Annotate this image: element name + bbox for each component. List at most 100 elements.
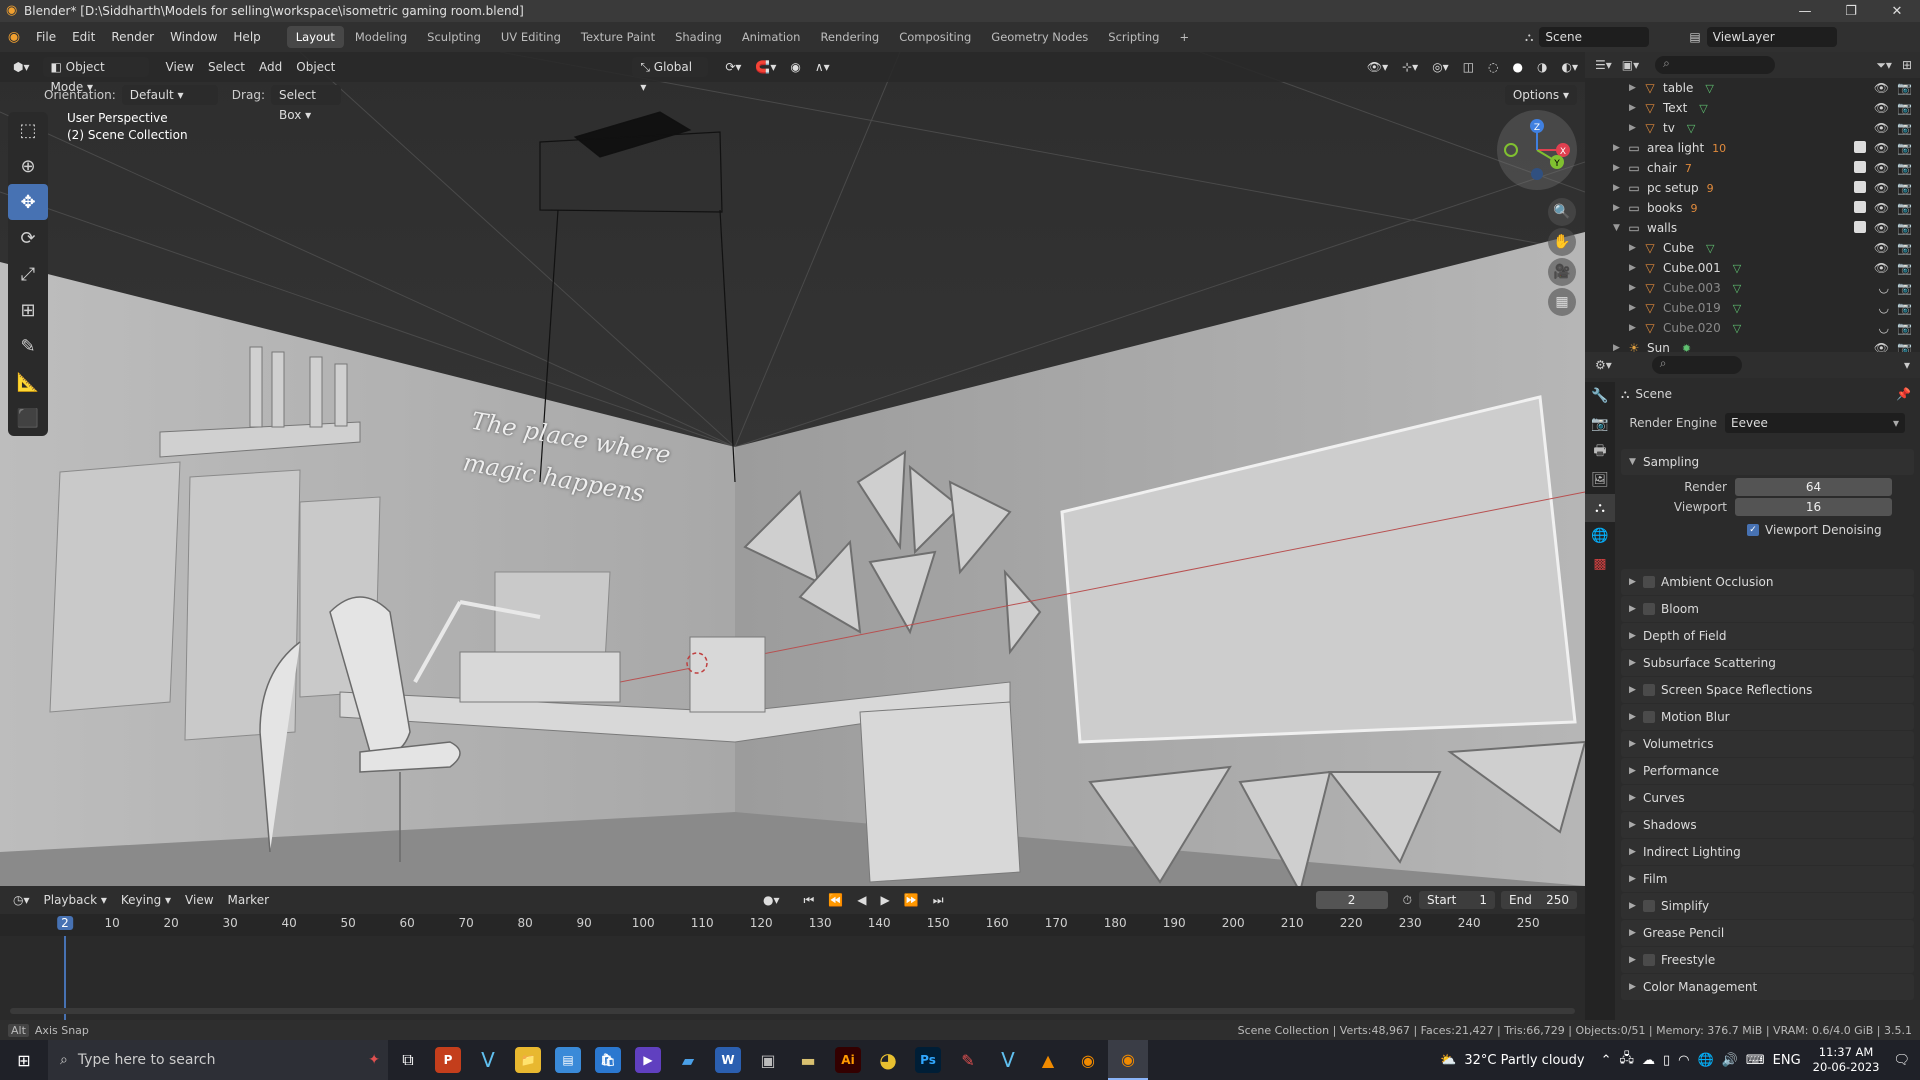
stopwatch-icon[interactable]: ⏱ bbox=[1396, 893, 1419, 908]
falloff-icon[interactable]: ∧▾ bbox=[808, 60, 837, 74]
render-samples-field[interactable]: 64 bbox=[1735, 478, 1892, 496]
properties-editor-icon[interactable]: ⚙▾ bbox=[1595, 358, 1612, 372]
store-icon[interactable]: 🛍 bbox=[588, 1040, 628, 1080]
folder-app-icon[interactable]: ▬ bbox=[788, 1040, 828, 1080]
expand-arrow-icon[interactable]: ▶ bbox=[1629, 103, 1641, 113]
keyboard-icon[interactable]: ⌨ bbox=[1746, 1053, 1765, 1068]
eye-icon[interactable]: 👁 bbox=[1874, 261, 1889, 275]
tab-geometry-nodes[interactable]: Geometry Nodes bbox=[982, 26, 1097, 48]
timeline-scrollbar[interactable] bbox=[10, 1008, 1575, 1014]
properties-options-icon[interactable]: ▾ bbox=[1904, 358, 1910, 372]
panel-enable-checkbox[interactable] bbox=[1643, 954, 1655, 966]
timeline-editor-icon[interactable]: ◷▾ bbox=[6, 893, 37, 907]
start-frame-field[interactable]: Start 1 bbox=[1419, 891, 1495, 909]
add-workspace-button[interactable]: + bbox=[1170, 26, 1198, 48]
eye-closed-icon[interactable]: ◡ bbox=[1879, 301, 1889, 315]
cursor-tool-icon[interactable]: ⊕ bbox=[8, 148, 48, 184]
xray-icon[interactable]: ◫ bbox=[1456, 60, 1481, 74]
eye-icon[interactable]: 👁 bbox=[1874, 141, 1889, 155]
menu-timeline-view[interactable]: View bbox=[178, 893, 220, 907]
panel-motion-blur[interactable]: ▶ Motion Blur bbox=[1621, 704, 1914, 730]
panel-film[interactable]: ▶ Film bbox=[1621, 866, 1914, 892]
transform-orientation-selector[interactable]: ⤡ Global ▾ bbox=[632, 57, 709, 94]
zoom-icon[interactable]: 🔍 bbox=[1548, 198, 1576, 226]
wifi-icon[interactable]: ◠ bbox=[1678, 1053, 1689, 1068]
minimize-button[interactable]: — bbox=[1782, 4, 1828, 19]
close-button[interactable]: ✕ bbox=[1874, 4, 1920, 19]
rendered-shading-icon[interactable]: ◐▾ bbox=[1555, 60, 1586, 74]
panel-freestyle[interactable]: ▶ Freestyle bbox=[1621, 947, 1914, 973]
current-frame-field[interactable]: 2 bbox=[1315, 891, 1388, 909]
render-visibility-icon[interactable]: 📷 bbox=[1897, 261, 1912, 275]
notification-icon[interactable]: 🗨 bbox=[1893, 1053, 1910, 1068]
word-icon[interactable]: W bbox=[708, 1040, 748, 1080]
panel-subsurface-scattering[interactable]: ▶ Subsurface Scattering bbox=[1621, 650, 1914, 676]
panel-enable-checkbox[interactable] bbox=[1643, 603, 1655, 615]
pin-icon[interactable]: 📌 bbox=[1896, 387, 1911, 401]
render-tab-icon[interactable]: 📷 bbox=[1585, 410, 1615, 438]
next-keyframe-icon[interactable]: ⏩ bbox=[897, 893, 926, 907]
render-visibility-icon[interactable]: 📷 bbox=[1897, 141, 1912, 155]
pan-hand-icon[interactable]: ✋ bbox=[1548, 228, 1576, 256]
display-mode-icon[interactable]: ▣▾ bbox=[1622, 58, 1639, 72]
object-mode-selector[interactable]: ◧ Object Mode ▾ bbox=[42, 57, 149, 94]
new-collection-icon[interactable]: ⊞ bbox=[1902, 58, 1912, 72]
menu-playback[interactable]: Playback ▾ bbox=[37, 893, 114, 907]
eye-icon[interactable]: 👁 bbox=[1874, 201, 1889, 215]
panel-simplify[interactable]: ▶ Simplify bbox=[1621, 893, 1914, 919]
navigation-gizmo[interactable]: X Y Z bbox=[1495, 108, 1579, 192]
media-app-icon[interactable]: ▶ bbox=[628, 1040, 668, 1080]
chrome-icon[interactable]: ◕ bbox=[868, 1040, 908, 1080]
render-visibility-icon[interactable]: 📷 bbox=[1897, 241, 1912, 255]
camera-view-icon[interactable]: 🎥 bbox=[1548, 258, 1576, 286]
material-shading-icon[interactable]: ◑ bbox=[1530, 60, 1554, 74]
eye-icon[interactable]: 👁 bbox=[1874, 121, 1889, 135]
file-explorer-icon[interactable]: 📁 bbox=[508, 1040, 548, 1080]
render-visibility-icon[interactable]: 📷 bbox=[1897, 301, 1912, 315]
panel-grease-pencil[interactable]: ▶ Grease Pencil bbox=[1621, 920, 1914, 946]
eye-icon[interactable]: 👁 bbox=[1874, 81, 1889, 95]
eye-icon[interactable]: 👁 bbox=[1874, 181, 1889, 195]
panel-enable-checkbox[interactable] bbox=[1643, 900, 1655, 912]
render-visibility-icon[interactable]: 📷 bbox=[1897, 201, 1912, 215]
move-tool-icon[interactable]: ✥ bbox=[8, 184, 48, 220]
panel-sampling[interactable]: ▼ Sampling bbox=[1621, 449, 1914, 475]
overlay-toggle-icon[interactable]: ◎▾ bbox=[1425, 60, 1456, 74]
panel-ambient-occlusion[interactable]: ▶ Ambient Occlusion bbox=[1621, 569, 1914, 595]
gizmo-toggle-icon[interactable]: ⊹▾ bbox=[1395, 60, 1425, 74]
tab-modeling[interactable]: Modeling bbox=[346, 26, 416, 48]
panel-curves[interactable]: ▶ Curves bbox=[1621, 785, 1914, 811]
outliner-row[interactable]: ▶ ▽ Cube.019 ▽ ◡ 📷 bbox=[1585, 298, 1920, 318]
outliner-row[interactable]: ▶ ▽ tv ▽ 👁 📷 bbox=[1585, 118, 1920, 138]
tab-animation[interactable]: Animation bbox=[733, 26, 810, 48]
outliner-row[interactable]: ▶ ▭ area light 10 👁 📷 bbox=[1585, 138, 1920, 158]
measure-tool-icon[interactable]: 📐 bbox=[8, 364, 48, 400]
tab-rendering[interactable]: Rendering bbox=[811, 26, 888, 48]
search-box[interactable]: ⌕ Type here to search ✦ bbox=[48, 1040, 388, 1080]
expand-arrow-icon[interactable]: ▶ bbox=[1629, 263, 1641, 273]
neg-z-handle[interactable] bbox=[1531, 168, 1543, 180]
3d-viewport[interactable]: The place where magic happens ⬢▾ ◧ Objec… bbox=[0, 52, 1585, 886]
expand-arrow-icon[interactable]: ▶ bbox=[1629, 303, 1641, 313]
render-visibility-icon[interactable]: 📷 bbox=[1897, 81, 1912, 95]
view-layer-selector[interactable]: ViewLayer bbox=[1706, 27, 1837, 47]
illustrator-icon[interactable]: Ai bbox=[828, 1040, 868, 1080]
powerpoint-icon[interactable]: P bbox=[428, 1040, 468, 1080]
task-view-icon[interactable]: ⧉ bbox=[388, 1040, 428, 1080]
vlc-icon[interactable]: ▲ bbox=[1028, 1040, 1068, 1080]
perspective-toggle-icon[interactable]: ▦ bbox=[1548, 288, 1576, 316]
expand-arrow-icon[interactable]: ▶ bbox=[1613, 163, 1625, 173]
expand-arrow-icon[interactable]: ▶ bbox=[1629, 323, 1641, 333]
exclude-checkbox[interactable] bbox=[1853, 181, 1866, 193]
expand-arrow-icon[interactable]: ▶ bbox=[1613, 183, 1625, 193]
menu-add[interactable]: Add bbox=[252, 60, 289, 74]
windows-start-icon[interactable]: ⊞ bbox=[0, 1040, 48, 1080]
expand-arrow-icon[interactable]: ▼ bbox=[1613, 223, 1625, 233]
render-visibility-icon[interactable]: 📷 bbox=[1897, 121, 1912, 135]
blender-menu-icon[interactable]: ◉ bbox=[0, 29, 28, 45]
render-visibility-icon[interactable]: 📷 bbox=[1897, 161, 1912, 175]
expand-arrow-icon[interactable]: ▶ bbox=[1629, 83, 1641, 93]
paint-app-icon[interactable]: ✎ bbox=[948, 1040, 988, 1080]
outliner-row[interactable]: ▶ ▭ pc setup 9 👁 📷 bbox=[1585, 178, 1920, 198]
eye-icon[interactable]: 👁 bbox=[1874, 241, 1889, 255]
